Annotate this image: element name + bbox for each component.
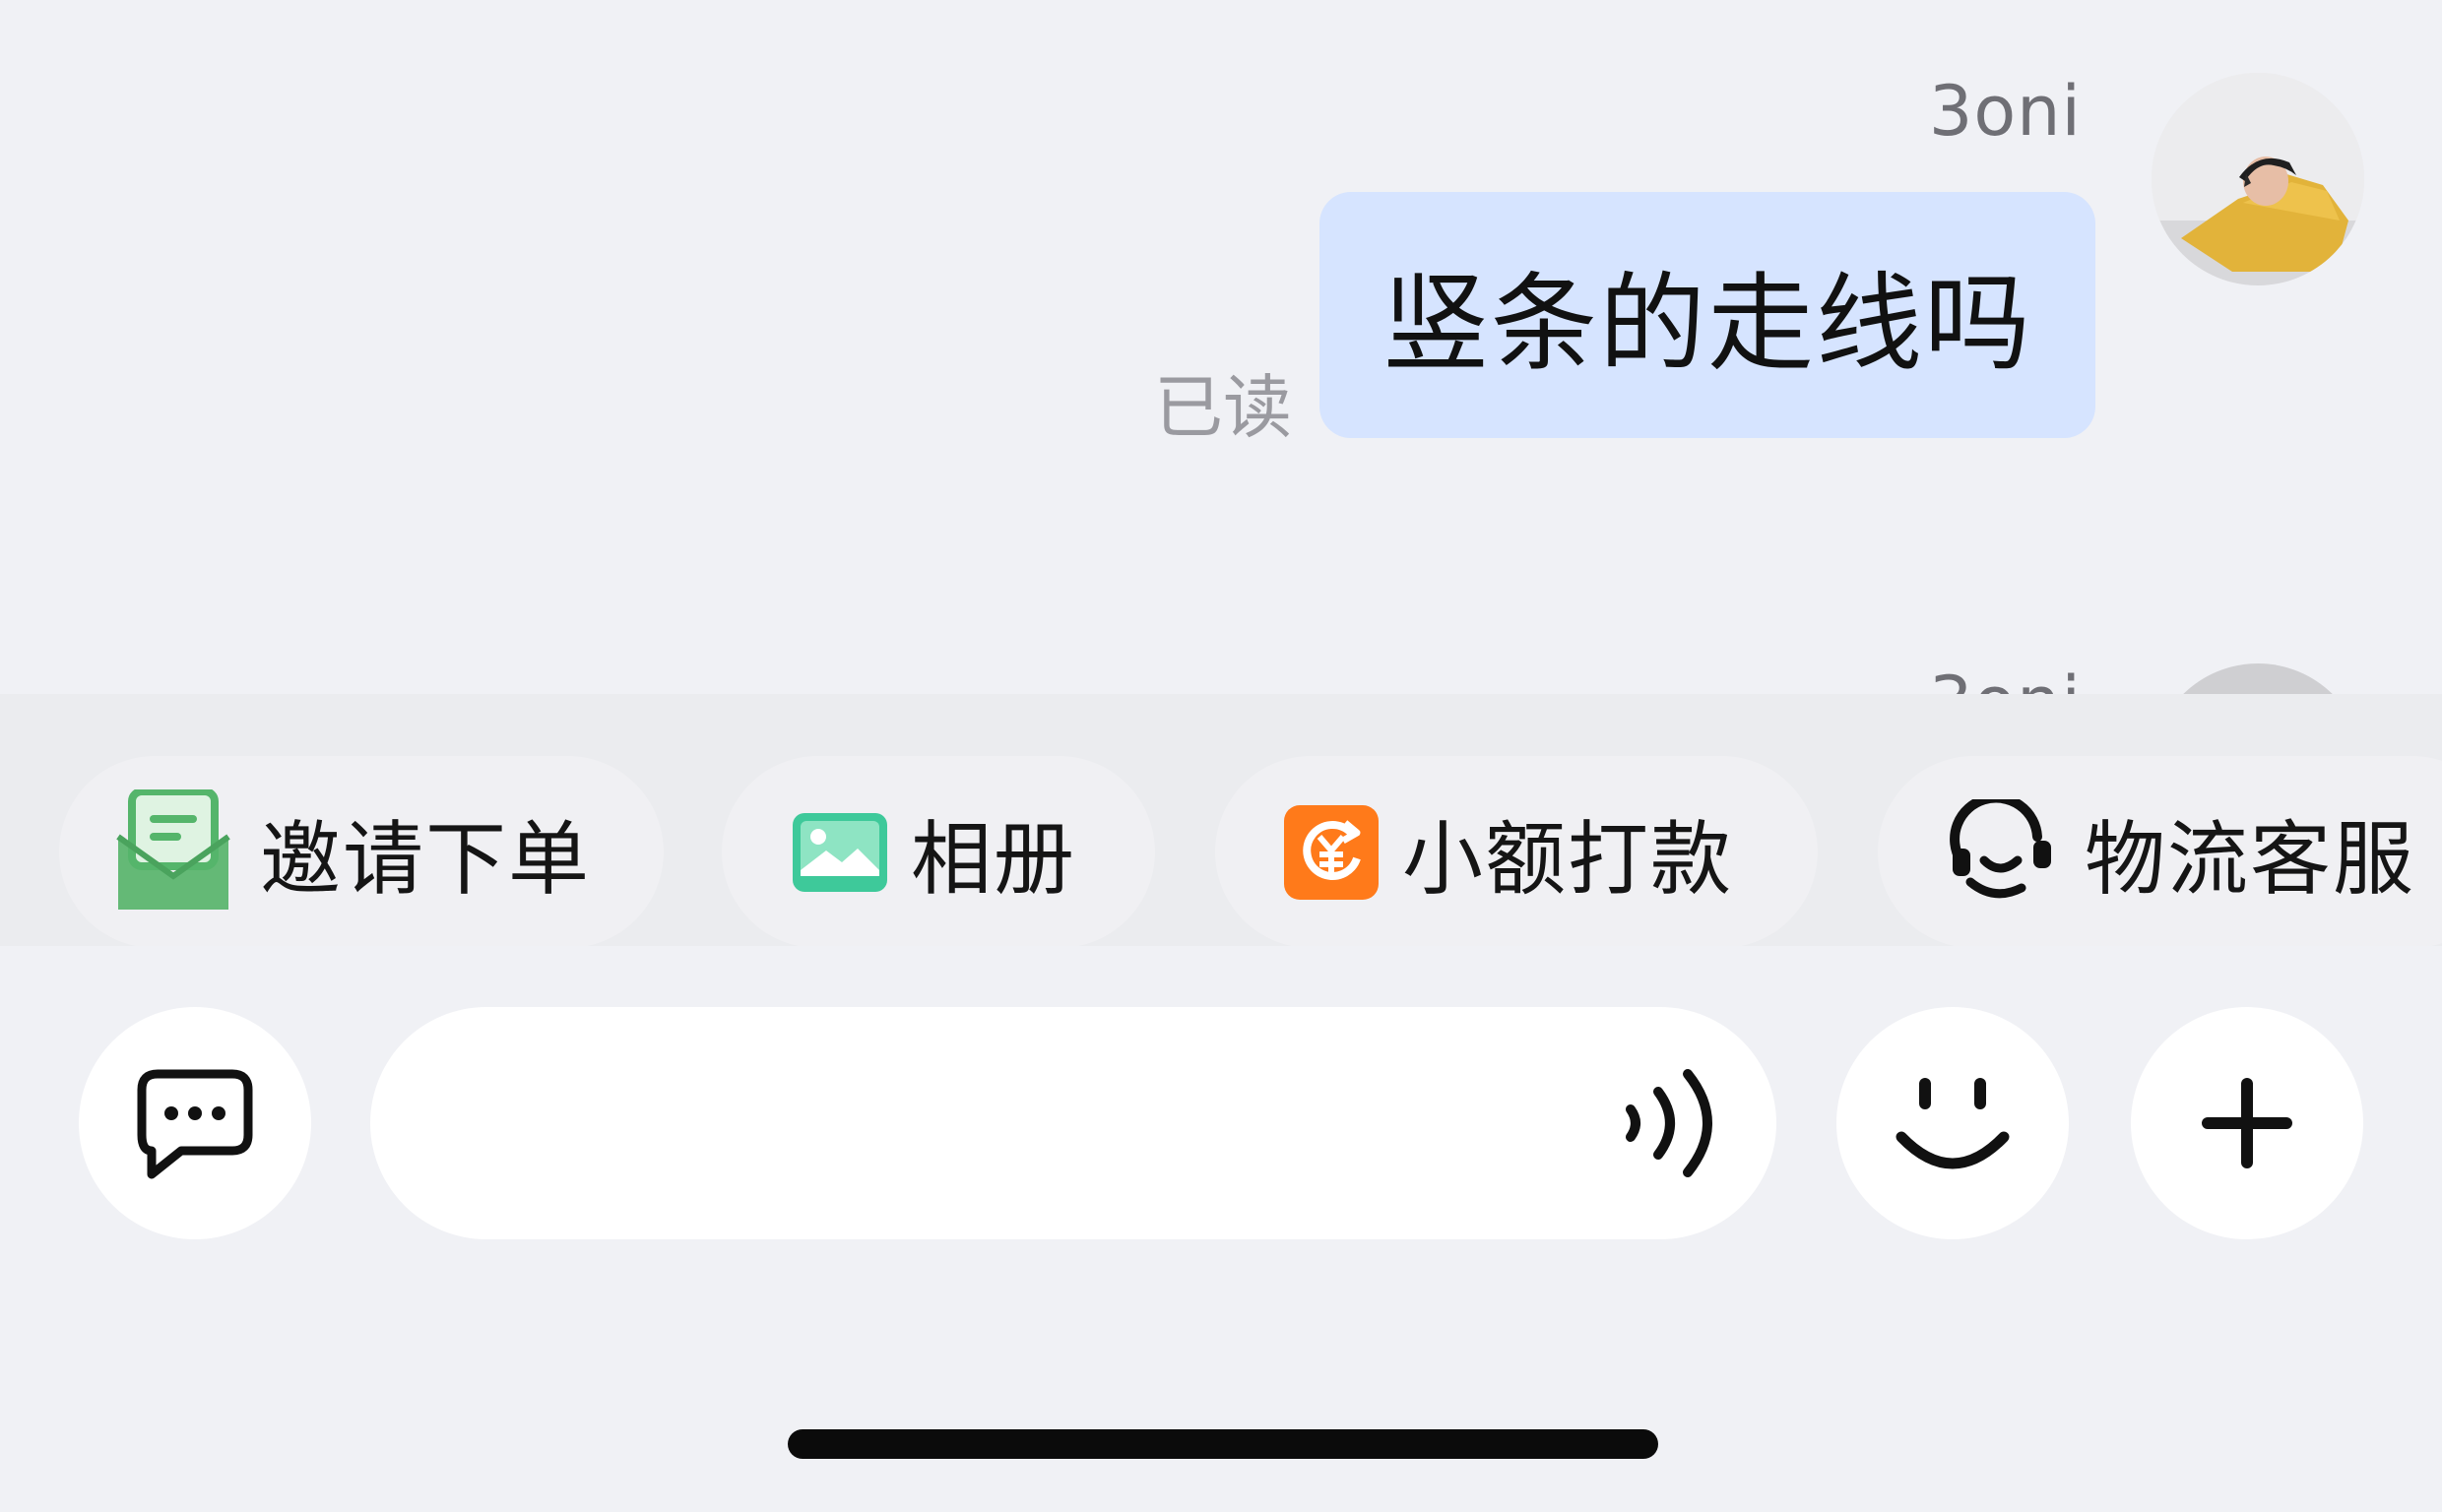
invite-envelope-icon [110, 788, 236, 915]
chat-bubble-icon [137, 1069, 253, 1179]
small-payment-chip[interactable]: 小额打款 [1215, 756, 1818, 946]
plus-icon [2202, 1078, 2292, 1168]
invite-order-label: 邀请下单 [260, 813, 592, 907]
message-text: 竖条的走线吗 [1382, 263, 2032, 386]
headset-service-icon [1943, 789, 2061, 915]
message-input-box[interactable] [370, 1007, 1776, 1241]
user-avatar[interactable] [2152, 73, 2364, 285]
small-payment-label: 小额打款 [1402, 813, 1734, 907]
logistics-service-chip[interactable]: 物流客服 [1878, 756, 2442, 946]
album-chip[interactable]: 相册 [722, 756, 1155, 946]
message-mode-button[interactable] [79, 1007, 311, 1239]
invite-order-chip[interactable]: 邀请下单 [59, 756, 664, 946]
album-label: 相册 [911, 813, 1077, 907]
more-options-button[interactable] [2131, 1007, 2363, 1239]
smile-icon [1896, 1078, 2010, 1169]
chat-area: 3oni 已读 竖条的走线吗 3oni [0, 0, 2442, 694]
small-payment-icon [1284, 789, 1379, 915]
emoji-button[interactable] [1836, 1007, 2069, 1239]
home-indicator[interactable] [788, 1429, 1658, 1459]
sender-name: 3oni [1928, 71, 2082, 152]
partial-sender-name: 3oni [1929, 662, 2082, 694]
read-status: 已读 [1154, 367, 1292, 448]
message-input[interactable] [449, 1007, 1575, 1241]
quick-actions-bar: 邀请下单 相册 小额打款 物流客服 [0, 694, 2442, 946]
logistics-service-label: 物流客服 [2085, 813, 2416, 907]
avatar-image [2152, 73, 2364, 285]
photo-album-icon [793, 789, 887, 915]
voice-wave-icon[interactable] [1613, 1062, 1735, 1184]
message-bubble[interactable]: 竖条的走线吗 [1319, 192, 2095, 438]
partial-user-avatar[interactable] [2152, 663, 2364, 694]
